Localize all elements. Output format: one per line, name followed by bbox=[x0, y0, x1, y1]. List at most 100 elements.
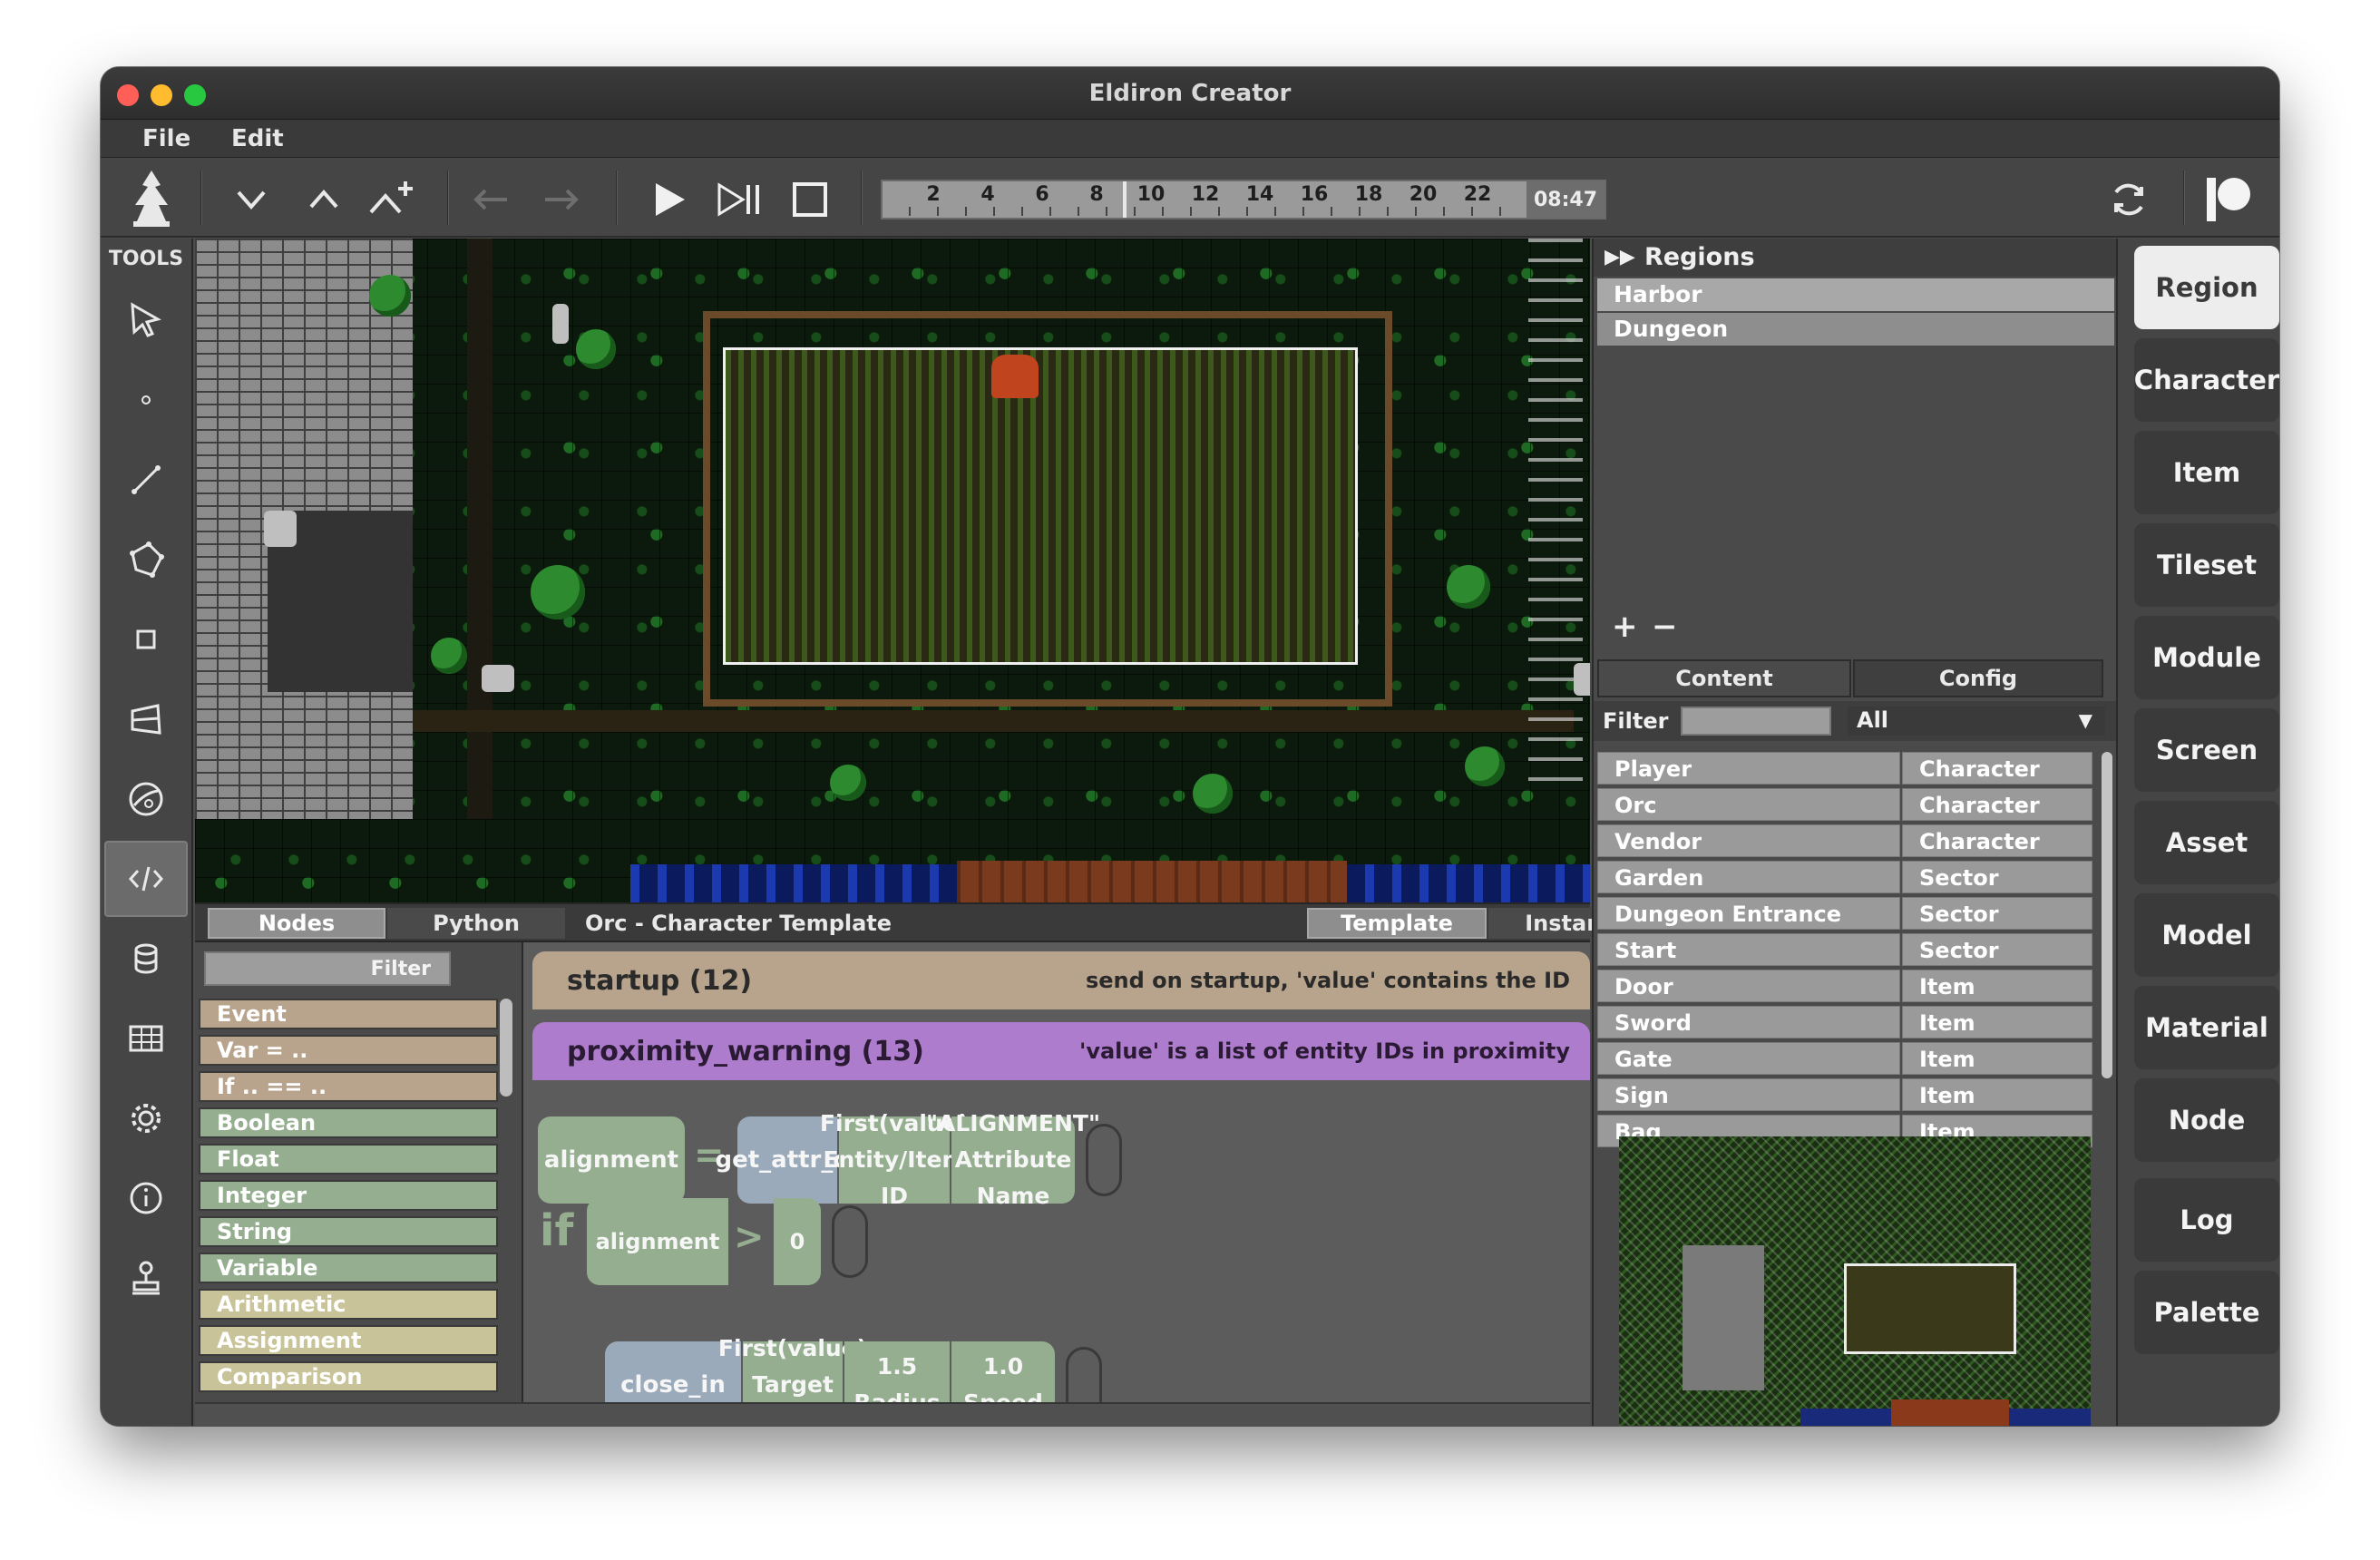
region-map-viewport[interactable] bbox=[195, 239, 1590, 902]
vertex-tool-icon[interactable] bbox=[104, 362, 188, 438]
chevron-up-icon[interactable] bbox=[297, 172, 351, 227]
stop-icon[interactable] bbox=[783, 172, 837, 227]
timeline-tick-label: 8 bbox=[1089, 183, 1104, 206]
node-item[interactable]: If .. == .. bbox=[199, 1071, 498, 1102]
orc-sprite[interactable] bbox=[991, 355, 1039, 398]
player-sprite[interactable] bbox=[552, 304, 569, 344]
chevron-up-add-icon[interactable] bbox=[366, 172, 420, 227]
region-item[interactable]: Dungeon bbox=[1597, 313, 2114, 346]
content-row[interactable]: Garden Sector bbox=[1597, 861, 2092, 893]
patreon-icon[interactable] bbox=[2201, 172, 2256, 227]
nav-item-button[interactable]: Item bbox=[2134, 431, 2279, 514]
variable-block[interactable]: alignment bbox=[538, 1116, 685, 1204]
undo-icon[interactable] bbox=[463, 172, 518, 227]
content-type-select[interactable]: All ▼ bbox=[1848, 707, 2105, 736]
content-row[interactable]: Sign Item bbox=[1597, 1078, 2092, 1111]
nav-module-button[interactable]: Module bbox=[2134, 616, 2279, 699]
content-row[interactable]: Player Character bbox=[1597, 752, 2092, 785]
chevron-down-icon[interactable] bbox=[224, 172, 278, 227]
minimap[interactable] bbox=[1619, 1136, 2091, 1426]
content-name: Sword bbox=[1597, 1006, 1900, 1038]
regions-header[interactable]: ▶▶ Regions bbox=[1594, 239, 2116, 277]
gate-sprite[interactable] bbox=[1574, 663, 1590, 696]
linedef-tool-icon[interactable] bbox=[104, 442, 188, 518]
refresh-icon[interactable] bbox=[2102, 172, 2156, 227]
tab-template[interactable]: Template bbox=[1307, 908, 1487, 939]
tab-nodes[interactable]: Nodes bbox=[208, 908, 385, 939]
content-row[interactable]: Gate Item bbox=[1597, 1042, 2092, 1075]
menu-edit[interactable]: Edit bbox=[231, 125, 284, 152]
code-tool-icon[interactable] bbox=[104, 841, 188, 917]
content-row[interactable]: Sword Item bbox=[1597, 1006, 2092, 1038]
data-tool-icon[interactable] bbox=[104, 921, 188, 997]
tab-python[interactable]: Python bbox=[387, 908, 565, 939]
play-icon[interactable] bbox=[641, 172, 696, 227]
event-startup[interactable]: startup (12) send on startup, 'value' co… bbox=[532, 951, 1590, 1009]
content-filter-input[interactable] bbox=[1681, 707, 1831, 736]
event-proximity-warning[interactable]: proximity_warning (13) 'value' is a list… bbox=[532, 1022, 1590, 1080]
rect-tool-icon[interactable] bbox=[104, 601, 188, 678]
tileset-tool-icon[interactable] bbox=[104, 681, 188, 757]
node-item[interactable]: Boolean bbox=[199, 1107, 498, 1138]
time-slider[interactable]: 08:47 2 4 6 8 10 12 14 16 18 20 22 bbox=[881, 180, 1606, 219]
empty-slot[interactable] bbox=[1086, 1124, 1122, 1196]
selection-tool-icon[interactable] bbox=[104, 282, 188, 358]
redo-icon[interactable] bbox=[534, 172, 589, 227]
timeline-tick-label: 14 bbox=[1245, 183, 1274, 206]
node-filter-input[interactable]: Filter bbox=[204, 951, 451, 986]
node-item[interactable]: Var = .. bbox=[199, 1035, 498, 1066]
vendor-sprite[interactable] bbox=[264, 511, 297, 547]
sign-sprite[interactable] bbox=[482, 665, 514, 692]
node-item[interactable]: Integer bbox=[199, 1180, 498, 1211]
node-item[interactable]: Variable bbox=[199, 1253, 498, 1283]
node-item[interactable]: Event bbox=[199, 999, 498, 1029]
code-canvas[interactable]: startup (12) send on startup, 'value' co… bbox=[523, 942, 1590, 1426]
nav-node-button[interactable]: Node bbox=[2134, 1078, 2279, 1162]
nav-log-button[interactable]: Log bbox=[2134, 1178, 2279, 1262]
argument-attribute-name[interactable]: "ALIGNMENT" Attribute Name bbox=[926, 1110, 1100, 1209]
nav-screen-button[interactable]: Screen bbox=[2134, 708, 2279, 792]
content-row[interactable]: Vendor Character bbox=[1597, 824, 2092, 857]
gear-icon[interactable] bbox=[104, 1080, 188, 1156]
content-list-scrollbar[interactable] bbox=[2102, 752, 2112, 1078]
nav-region-button[interactable]: Region bbox=[2134, 246, 2279, 329]
region-item[interactable]: Harbor bbox=[1597, 278, 2114, 311]
node-item[interactable]: String bbox=[199, 1216, 498, 1247]
nav-material-button[interactable]: Material bbox=[2134, 986, 2279, 1069]
collapse-arrows-icon[interactable]: ▶▶ bbox=[1605, 239, 1635, 277]
content-row[interactable]: Dungeon Entrance Sector bbox=[1597, 897, 2092, 930]
nav-asset-button[interactable]: Asset bbox=[2134, 801, 2279, 884]
menu-file[interactable]: File bbox=[142, 125, 190, 152]
garden-sector[interactable] bbox=[723, 347, 1358, 665]
minimap-house bbox=[1683, 1245, 1764, 1390]
table-tool-icon[interactable] bbox=[104, 1000, 188, 1077]
content-row[interactable]: Start Sector bbox=[1597, 933, 2092, 966]
nav-tileset-button[interactable]: Tileset bbox=[2134, 523, 2279, 607]
game-tool-icon[interactable] bbox=[104, 761, 188, 837]
condition-value[interactable]: 0 bbox=[774, 1198, 821, 1285]
stamp-tool-icon[interactable] bbox=[104, 1240, 188, 1316]
content-row[interactable]: Orc Character bbox=[1597, 788, 2092, 821]
info-icon[interactable] bbox=[104, 1160, 188, 1236]
node-item[interactable]: Float bbox=[199, 1144, 498, 1175]
time-cursor[interactable] bbox=[1123, 181, 1127, 218]
tab-config[interactable]: Config bbox=[1853, 659, 2103, 697]
sector-tool-icon[interactable] bbox=[104, 522, 188, 598]
node-item[interactable]: Arithmetic bbox=[199, 1289, 498, 1320]
content-row[interactable]: Door Item bbox=[1597, 970, 2092, 1002]
nav-character-button[interactable]: Character bbox=[2134, 338, 2279, 422]
node-item[interactable]: Assignment bbox=[199, 1325, 498, 1356]
empty-slot[interactable] bbox=[832, 1205, 868, 1278]
content-name: Orc bbox=[1597, 788, 1900, 821]
tree bbox=[369, 275, 411, 317]
event-name: proximity_warning (13) bbox=[567, 1035, 924, 1068]
condition-variable[interactable]: alignment bbox=[587, 1198, 728, 1285]
remove-region-button[interactable]: − bbox=[1652, 609, 1678, 645]
nav-palette-button[interactable]: Palette bbox=[2134, 1271, 2279, 1354]
node-palette-scrollbar[interactable] bbox=[500, 999, 512, 1097]
node-item[interactable]: Comparison bbox=[199, 1361, 498, 1392]
nav-model-button[interactable]: Model bbox=[2134, 893, 2279, 977]
tab-content[interactable]: Content bbox=[1597, 659, 1851, 697]
step-forward-icon[interactable] bbox=[712, 172, 766, 227]
add-region-button[interactable]: + bbox=[1612, 609, 1638, 645]
